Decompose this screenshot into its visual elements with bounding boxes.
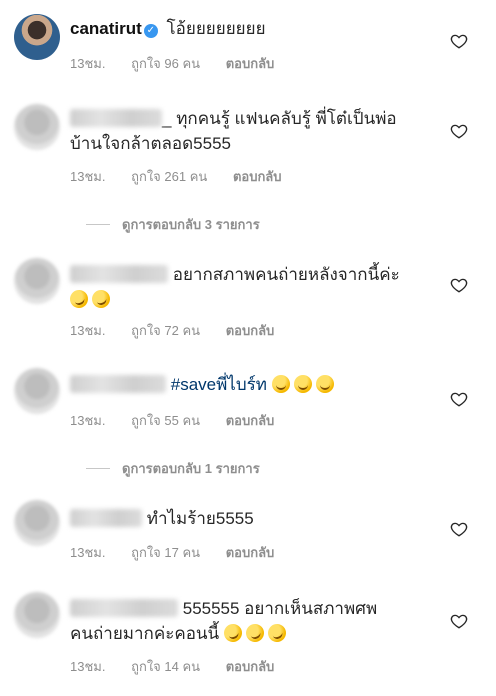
view-replies-label: ดูการตอบกลับ 1 รายการ xyxy=(122,461,260,476)
timestamp: 13ชม. xyxy=(70,545,106,560)
comment-body-line2: บ้านใจกล้าตลอด5555 xyxy=(70,134,232,153)
rolling-laughing-emoji-icon xyxy=(67,287,91,311)
verified-badge-icon: ✓ xyxy=(143,24,158,38)
view-replies-label: ดูการตอบกลับ 3 รายการ xyxy=(122,217,260,232)
timestamp: 13ชม. xyxy=(70,413,106,428)
comment-meta: 13ชม. ถูกใจ 17 คน ตอบกลับ xyxy=(70,542,296,563)
username-suffix: _ xyxy=(162,109,172,128)
timestamp: 13ชม. xyxy=(70,56,106,71)
comment-text: 555555 อยากเห็นสภาพศพ คนถ่ายมากค่ะคอนนี้ xyxy=(70,596,377,646)
rolling-laughing-emoji-icon xyxy=(221,621,245,645)
avatar[interactable] xyxy=(14,104,60,150)
like-count[interactable]: ถูกใจ 55 คน xyxy=(131,413,200,428)
comment-text: #saveพี่ไบร์ท xyxy=(70,372,338,397)
comment-body: ทำไมร้าย5555 xyxy=(146,509,254,528)
rolling-laughing-emoji-icon xyxy=(89,287,113,311)
view-replies-button[interactable]: ดูการตอบกลับ 1 รายการ xyxy=(86,458,260,479)
like-count[interactable]: ถูกใจ 261 คน xyxy=(131,169,207,184)
comment-body: โอ้ยยยยยยยย xyxy=(166,19,266,38)
like-count[interactable]: ถูกใจ 14 คน xyxy=(131,659,200,674)
username-redacted[interactable] xyxy=(70,509,142,527)
like-count[interactable]: ถูกใจ 96 คน xyxy=(131,56,200,71)
comment-meta: 13ชม. ถูกใจ 72 คน ตอบกลับ xyxy=(70,320,296,341)
view-replies-button[interactable]: ดูการตอบกลับ 3 รายการ xyxy=(86,214,260,235)
heart-icon[interactable] xyxy=(450,32,468,50)
timestamp: 13ชม. xyxy=(70,169,106,184)
heart-icon[interactable] xyxy=(450,612,468,630)
reply-button[interactable]: ตอบกลับ xyxy=(226,323,275,338)
timestamp: 13ชม. xyxy=(70,659,106,674)
reply-button[interactable]: ตอบกลับ xyxy=(226,56,275,71)
reply-button[interactable]: ตอบกลับ xyxy=(226,659,275,674)
username-redacted[interactable] xyxy=(70,599,178,617)
timestamp: 13ชม. xyxy=(70,323,106,338)
comment-text: อยากสภาพคนถ่ายหลังจากนี้ค่ะ xyxy=(67,262,400,312)
heart-icon[interactable] xyxy=(450,276,468,294)
avatar[interactable] xyxy=(14,14,60,60)
comment-text: ทำไมร้าย5555 xyxy=(70,506,254,531)
avatar[interactable] xyxy=(14,258,60,304)
avatar[interactable] xyxy=(14,368,60,414)
comment-body-line2: คนถ่ายมากค่ะคอนนี้ xyxy=(70,624,220,643)
comment-text: canatirut ✓ โอ้ยยยยยยยย xyxy=(70,16,266,41)
like-count[interactable]: ถูกใจ 72 คน xyxy=(131,323,200,338)
reply-button[interactable]: ตอบกลับ xyxy=(233,169,282,184)
comment-meta: 13ชม. ถูกใจ 96 คน ตอบกลับ xyxy=(70,53,296,74)
username-redacted[interactable] xyxy=(70,265,168,283)
tears-of-joy-emoji-icon xyxy=(315,375,334,393)
reply-button[interactable]: ตอบกลับ xyxy=(226,545,275,560)
comment-meta: 13ชม. ถูกใจ 14 คน ตอบกลับ xyxy=(70,656,296,677)
divider-line xyxy=(86,224,110,225)
comment-body-line1: 555555 อยากเห็นสภาพศพ xyxy=(182,599,378,618)
comment-meta: 13ชม. ถูกใจ 55 คน ตอบกลับ xyxy=(70,410,296,431)
tears-of-joy-emoji-icon xyxy=(293,375,312,393)
heart-icon[interactable] xyxy=(450,390,468,408)
comment-body-line1: ทุกคนรู้ แฟนคลับรู้ พี่โต๋เป็นพ่อ xyxy=(176,109,397,128)
heart-icon[interactable] xyxy=(450,122,468,140)
comment-text: _ ทุกคนรู้ แฟนคลับรู้ พี่โต๋เป็นพ่อ บ้าน… xyxy=(70,106,397,156)
comment-body: อยากสภาพคนถ่ายหลังจากนี้ค่ะ xyxy=(172,265,400,284)
comment-meta: 13ชม. ถูกใจ 261 คน ตอบกลับ xyxy=(70,166,304,187)
username[interactable]: canatirut xyxy=(70,19,142,38)
reply-button[interactable]: ตอบกลับ xyxy=(226,413,275,428)
avatar[interactable] xyxy=(14,500,60,546)
divider-line xyxy=(86,468,110,469)
username-redacted[interactable] xyxy=(70,375,166,393)
like-count[interactable]: ถูกใจ 17 คน xyxy=(131,545,200,560)
rolling-laughing-emoji-icon xyxy=(265,621,289,645)
rolling-laughing-emoji-icon xyxy=(243,621,267,645)
hashtag-link[interactable]: #saveพี่ไบร์ท xyxy=(171,375,267,394)
tears-of-joy-emoji-icon xyxy=(271,375,290,393)
username-redacted[interactable] xyxy=(70,109,162,127)
avatar[interactable] xyxy=(14,592,60,638)
heart-icon[interactable] xyxy=(450,520,468,538)
